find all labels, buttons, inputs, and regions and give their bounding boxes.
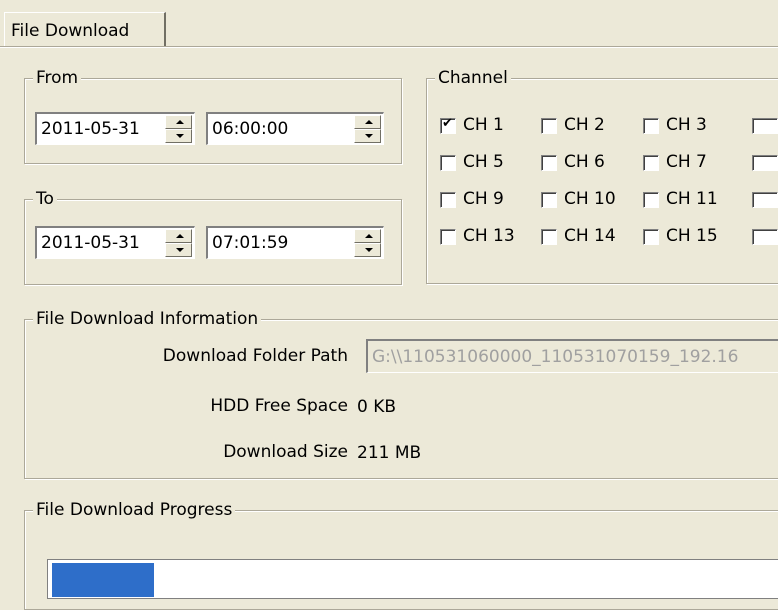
hdd-free-space-value: 0 KB xyxy=(357,397,397,417)
channel-label[interactable]: CH 15 xyxy=(666,226,718,246)
spin-up-icon[interactable] xyxy=(354,115,381,129)
from-legend: From xyxy=(33,68,82,88)
channel-checkbox[interactable] xyxy=(440,155,456,171)
from-time-field[interactable]: 06:00:00 xyxy=(206,112,384,145)
channel-label[interactable]: CH 9 xyxy=(463,189,504,209)
channel-group: Channel xyxy=(426,68,778,284)
channel-checkbox[interactable] xyxy=(541,192,557,208)
channel-label[interactable]: CH 11 xyxy=(666,189,718,209)
to-date-spinner[interactable] xyxy=(165,229,192,257)
folder-path-field[interactable]: G:\\110531060000_110531070159_192.16 xyxy=(366,339,778,373)
channel-checkbox-clipped[interactable] xyxy=(752,229,778,245)
spin-down-icon[interactable] xyxy=(354,129,381,143)
from-date-field[interactable]: 2011-05-31 xyxy=(35,112,195,145)
info-legend: File Download Information xyxy=(33,309,262,329)
to-time-field[interactable]: 07:01:59 xyxy=(206,226,384,259)
channel-checkbox-clipped[interactable] xyxy=(752,118,778,134)
tab-file-download[interactable]: File Download xyxy=(4,12,166,46)
channel-checkbox[interactable] xyxy=(440,116,456,134)
channel-label[interactable]: CH 6 xyxy=(564,152,605,172)
channel-checkbox[interactable] xyxy=(643,192,659,208)
channel-checkbox[interactable] xyxy=(643,229,659,245)
channel-checkbox-clipped[interactable] xyxy=(752,155,778,171)
hdd-free-space-label: HDD Free Space xyxy=(210,396,348,416)
to-legend: To xyxy=(33,189,57,209)
spin-up-icon[interactable] xyxy=(165,115,192,129)
channel-label[interactable]: CH 13 xyxy=(463,226,515,246)
spin-down-icon[interactable] xyxy=(165,243,192,257)
channel-label[interactable]: CH 7 xyxy=(666,152,707,172)
channel-label[interactable]: CH 5 xyxy=(463,152,504,172)
channel-label[interactable]: CH 2 xyxy=(564,115,605,135)
progress-legend: File Download Progress xyxy=(33,500,236,520)
spin-up-icon[interactable] xyxy=(165,229,192,243)
channel-checkbox[interactable] xyxy=(541,155,557,171)
channel-label[interactable]: CH 1 xyxy=(463,115,504,135)
tab-label: File Download xyxy=(11,21,130,41)
tab-strip-highlight xyxy=(0,47,778,48)
to-time-spinner[interactable] xyxy=(354,229,381,257)
channel-legend: Channel xyxy=(435,68,511,88)
channel-checkbox[interactable] xyxy=(541,229,557,245)
from-time-spinner[interactable] xyxy=(354,115,381,143)
download-size-label: Download Size xyxy=(223,442,348,462)
progress-fill xyxy=(52,563,154,597)
channel-checkbox[interactable] xyxy=(643,118,659,134)
from-date-value: 2011-05-31 xyxy=(41,119,140,139)
channel-checkbox[interactable] xyxy=(541,118,557,134)
to-date-value: 2011-05-31 xyxy=(41,233,140,253)
channel-label[interactable]: CH 10 xyxy=(564,189,616,209)
channel-label[interactable]: CH 14 xyxy=(564,226,616,246)
from-date-spinner[interactable] xyxy=(165,115,192,143)
download-size-value: 211 MB xyxy=(357,443,422,463)
channel-checkbox[interactable] xyxy=(440,229,456,245)
from-time-value: 06:00:00 xyxy=(212,119,289,139)
spin-down-icon[interactable] xyxy=(354,243,381,257)
download-progress-bar xyxy=(47,559,778,599)
to-date-field[interactable]: 2011-05-31 xyxy=(35,226,195,259)
spin-down-icon[interactable] xyxy=(165,129,192,143)
channel-label[interactable]: CH 3 xyxy=(666,115,707,135)
folder-path-label: Download Folder Path xyxy=(162,346,348,366)
channel-checkbox[interactable] xyxy=(440,192,456,208)
channel-checkbox-clipped[interactable] xyxy=(752,192,778,208)
to-time-value: 07:01:59 xyxy=(212,233,289,253)
spin-up-icon[interactable] xyxy=(354,229,381,243)
channel-checkbox[interactable] xyxy=(643,155,659,171)
